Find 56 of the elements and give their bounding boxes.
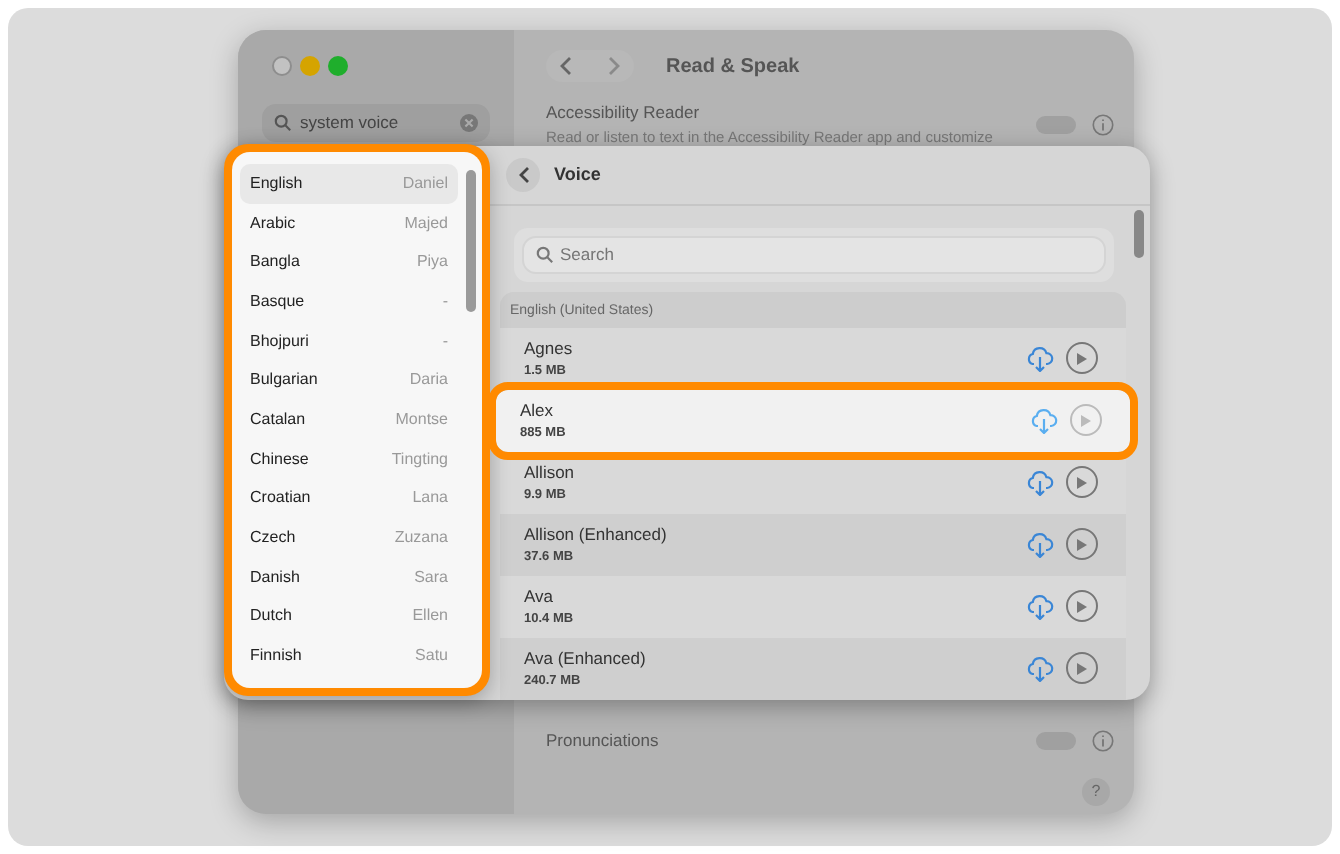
zoom-window-button[interactable] bbox=[328, 56, 348, 76]
list-item[interactable]: Bangla Piya bbox=[240, 242, 458, 283]
forward-icon[interactable] bbox=[606, 56, 622, 76]
voice-name: Allison (Enhanced) bbox=[524, 522, 669, 548]
list-item[interactable]: Croatian Lana bbox=[240, 479, 458, 519]
list-item[interactable]: Bhojpuri - bbox=[240, 321, 458, 361]
info-icon[interactable] bbox=[1092, 730, 1114, 753]
voice-name: Alex bbox=[520, 398, 556, 424]
cloud-download-icon[interactable] bbox=[1030, 407, 1058, 434]
play-button[interactable] bbox=[1066, 590, 1098, 623]
cloud-download-icon[interactable] bbox=[1026, 531, 1054, 558]
play-icon bbox=[1076, 351, 1088, 366]
play-icon bbox=[1076, 599, 1088, 614]
clear-icon[interactable] bbox=[460, 113, 478, 132]
list-item[interactable]: Catalan Montse bbox=[240, 400, 458, 440]
play-icon bbox=[1076, 475, 1088, 490]
search-field[interactable]: Search bbox=[522, 236, 1106, 274]
cloud-download-icon[interactable] bbox=[1026, 593, 1054, 620]
list-item[interactable]: Czech Zuzana bbox=[240, 518, 458, 558]
search-icon bbox=[274, 113, 292, 132]
cloud-download-icon[interactable] bbox=[1026, 469, 1054, 496]
window-title: Read & Speak bbox=[666, 53, 800, 81]
back-button[interactable] bbox=[506, 158, 540, 192]
scrollbar[interactable] bbox=[466, 170, 476, 312]
search-icon bbox=[536, 245, 554, 264]
list-item[interactable]: Dutch Ellen bbox=[240, 597, 458, 637]
play-icon bbox=[1076, 537, 1088, 552]
voice-name: Ava (Enhanced) bbox=[524, 646, 648, 672]
list-item[interactable]: Basque - bbox=[240, 282, 458, 322]
cloud-download-icon[interactable] bbox=[1026, 345, 1054, 372]
play-button[interactable] bbox=[1066, 652, 1098, 685]
list-item[interactable]: Arabic Majed bbox=[240, 203, 458, 243]
cloud-download-icon[interactable] bbox=[1026, 655, 1054, 682]
voice-name: Ava bbox=[524, 584, 555, 610]
setting-label: Pronunciations bbox=[546, 728, 661, 754]
play-icon bbox=[1080, 413, 1092, 428]
info-icon[interactable] bbox=[1092, 113, 1114, 135]
chevron-left-icon bbox=[517, 166, 529, 184]
sheet-title: Voice bbox=[554, 161, 601, 188]
voice-name: Agnes bbox=[524, 336, 575, 362]
play-button[interactable] bbox=[1066, 528, 1098, 561]
voice-name: Allison bbox=[524, 460, 577, 486]
list-item[interactable]: Finnish Satu bbox=[240, 636, 458, 676]
setting-label: Accessibility Reader bbox=[546, 100, 702, 126]
list-item[interactable]: Chinese Tingting bbox=[240, 439, 458, 479]
close-window-button[interactable] bbox=[272, 56, 292, 76]
back-icon[interactable] bbox=[558, 56, 574, 76]
list-item[interactable]: Bulgarian Daria bbox=[240, 360, 458, 401]
list-item[interactable]: Danish Sara bbox=[240, 557, 458, 598]
search-field[interactable]: system voice bbox=[262, 104, 490, 142]
scrollbar[interactable] bbox=[1134, 210, 1144, 258]
play-button[interactable] bbox=[1066, 466, 1098, 499]
play-button[interactable] bbox=[1066, 342, 1098, 375]
play-button[interactable] bbox=[1070, 404, 1102, 437]
list-item[interactable]: English Daniel bbox=[240, 164, 458, 204]
play-icon bbox=[1076, 661, 1088, 676]
